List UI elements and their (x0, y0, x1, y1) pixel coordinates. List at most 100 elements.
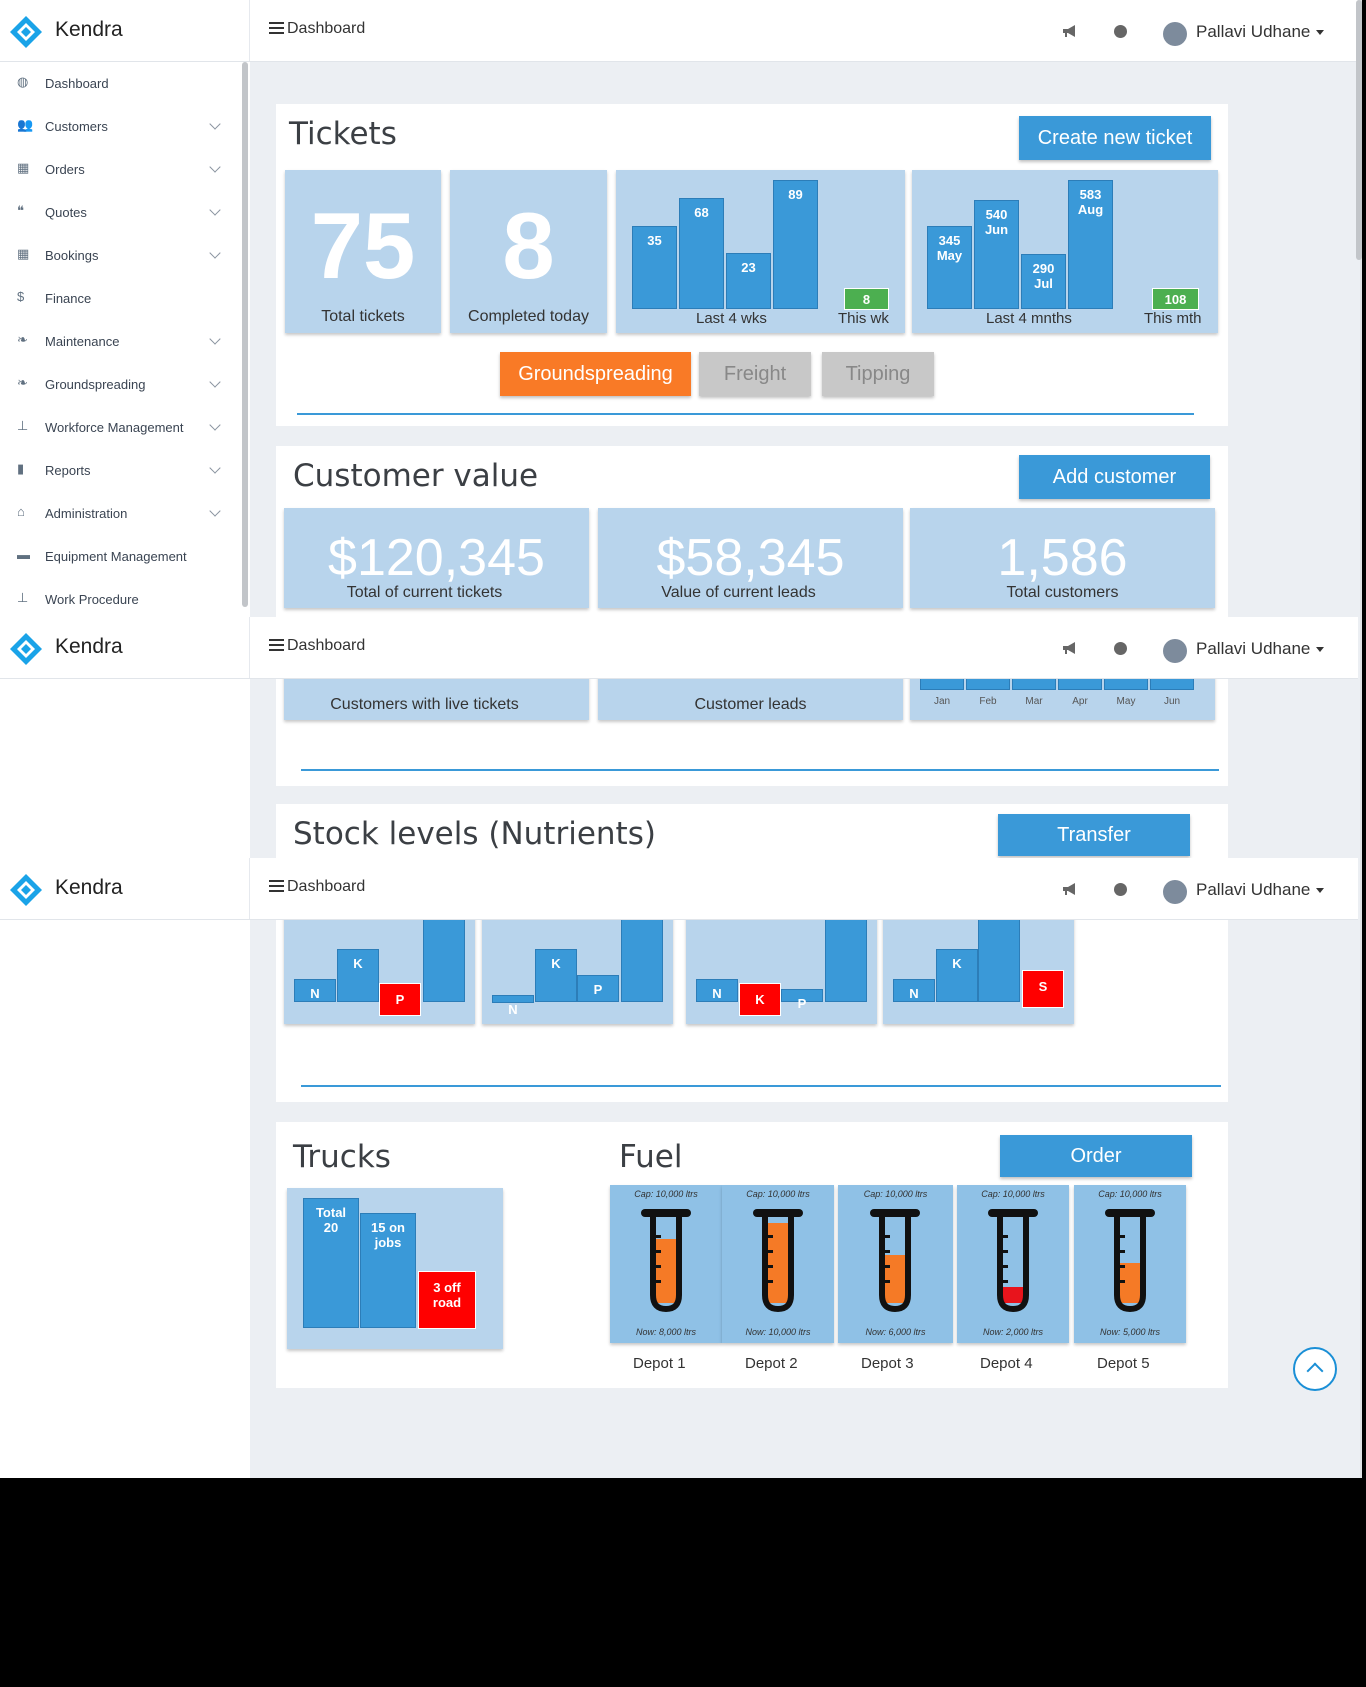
sidebar-item-administration[interactable]: ⌂ Administration (0, 493, 232, 533)
month-bar-4: 583 Aug (1068, 180, 1113, 309)
test-tube-icon (753, 1209, 803, 1313)
stock-bar: N (294, 979, 336, 1002)
month-label: Feb (979, 696, 997, 707)
live-tickets-label: Customers with live tickets (330, 696, 519, 713)
sidebar-scrollbar[interactable] (242, 62, 248, 607)
test-tube-icon (641, 1209, 691, 1313)
dashboard-breadcrumb[interactable]: Dashboard (269, 637, 365, 655)
dashboard-link-label: Dashboard (287, 878, 366, 895)
fuel-tank-tile: Cap: 10,000 ltrs Now: 5,000 ltrs (1074, 1185, 1186, 1343)
truck-icon: ▬ (17, 547, 30, 562)
sidebar-blank (0, 679, 250, 857)
megaphone-icon[interactable] (1062, 641, 1078, 655)
sidebar-item-finance[interactable]: $ Finance (0, 278, 232, 318)
user-name: Pallavi Udhane (1196, 880, 1311, 899)
customer-value-card: Customer value Add customer $120,345 Tot… (276, 446, 1228, 786)
sidebar-item-groundspreading[interactable]: ❧ Groundspreading (0, 364, 232, 404)
bank-icon: ⌂ (17, 504, 25, 519)
current-leads-value: $58,345 (656, 529, 845, 587)
total-customers-tile: 1,586 Total customers (910, 508, 1215, 608)
menu-toggle-icon[interactable] (269, 880, 284, 892)
customer-value-title: Customer value (293, 458, 539, 494)
megaphone-icon[interactable] (1062, 24, 1078, 38)
user-menu[interactable]: Pallavi Udhane (1196, 22, 1325, 42)
chevron-down-icon (209, 204, 221, 216)
menu-toggle-icon[interactable] (269, 22, 284, 34)
sidebar-item-equipment-management[interactable]: ▬ Equipment Management (0, 536, 232, 576)
fuel-tank-tile: Cap: 10,000 ltrs Now: 6,000 ltrs (838, 1185, 953, 1343)
sidebar-item-label: Dashboard (45, 76, 109, 91)
sidebar-item-reports[interactable]: ▮ Reports (0, 450, 232, 490)
tab-tipping[interactable]: Tipping (822, 352, 934, 396)
depot-name: Depot 2 (745, 1355, 798, 1372)
total-customers-value: 1,586 (997, 529, 1128, 587)
week-bar-3: 23 (726, 253, 771, 309)
globe-icon[interactable] (1114, 883, 1127, 896)
tab-groundspreading[interactable]: Groundspreading (500, 352, 691, 396)
menu-toggle-icon[interactable] (269, 639, 284, 651)
tab-freight[interactable]: Freight (699, 352, 811, 396)
tank-capacity: Cap: 10,000 ltrs (981, 1189, 1045, 1199)
fuel-level-fill (884, 1255, 906, 1303)
create-ticket-button[interactable]: Create new ticket (1019, 116, 1211, 160)
chevron-down-icon (209, 462, 221, 474)
chevron-down-icon (209, 505, 221, 517)
sidebar-item-customers[interactable]: 👥 Customers (0, 106, 232, 146)
caret-down-icon (1316, 30, 1325, 36)
customer-value-divider (301, 769, 1219, 771)
stock-bar: K (337, 949, 379, 1002)
sidebar-item-orders[interactable]: ▦ Orders (0, 149, 232, 189)
brand[interactable]: Kendra (0, 858, 250, 919)
chevron-down-icon (209, 419, 221, 431)
dashboard-link-label: Dashboard (287, 20, 366, 37)
customer-leads-label: Customer leads (694, 696, 807, 713)
user-menu[interactable]: Pallavi Udhane (1196, 639, 1325, 659)
add-customer-button[interactable]: Add customer (1019, 455, 1210, 499)
top-header: Kendra Dashboard Pallavi Udhane (0, 858, 1358, 920)
month-label: Mar (1025, 696, 1043, 707)
leaf-icon: ❧ (17, 375, 28, 390)
scroll-to-top-button[interactable] (1293, 1347, 1337, 1391)
fuel-tank-tile: Cap: 10,000 ltrs Now: 2,000 ltrs (957, 1185, 1069, 1343)
sidebar-item-label: Customers (45, 119, 108, 134)
this-month-bar: 108 (1152, 288, 1199, 310)
months-chart-tile: 345 May 540 Jun 290 Jul 583 Aug 108 Last… (912, 170, 1218, 333)
file-icon: ▮ (17, 461, 25, 476)
current-tickets-tile: $120,345 Total of current tickets (284, 508, 589, 608)
user-menu[interactable]: Pallavi Udhane (1196, 880, 1325, 900)
globe-icon[interactable] (1114, 642, 1127, 655)
sidebar-item-bookings[interactable]: ▦ Bookings (0, 235, 232, 275)
sidebar-item-label: Orders (45, 162, 85, 177)
sidebar-item-work-procedure[interactable]: ⊥ Work Procedure (0, 579, 232, 619)
megaphone-icon[interactable] (1062, 882, 1078, 896)
test-tube-icon (1105, 1209, 1155, 1313)
brand[interactable]: Kendra (0, 617, 250, 678)
stock-bar: P (379, 983, 421, 1016)
dashboard-breadcrumb[interactable]: Dashboard (269, 20, 365, 38)
tank-capacity: Cap: 10,000 ltrs (746, 1189, 810, 1199)
sidebar-item-workforce-management[interactable]: ⊥ Workforce Management (0, 407, 232, 447)
sidebar-item-dashboard[interactable]: ◍ Dashboard (0, 63, 232, 103)
sidebar-item-quotes[interactable]: ❝ Quotes (0, 192, 232, 232)
globe-icon[interactable] (1114, 25, 1127, 38)
sitemap-icon: ⊥ (17, 590, 29, 605)
completed-today-value: 8 (502, 193, 555, 298)
tickets-card: Tickets Create new ticket 75 Total ticke… (276, 104, 1228, 426)
fuel-level-fill (1002, 1287, 1024, 1303)
stock-charts: NKPNKPNKPNKS (276, 804, 1228, 1102)
page-scrollbar-thumb[interactable] (1356, 0, 1362, 260)
week-bar-4: 89 (773, 180, 818, 309)
users-icon: 👥 (17, 117, 34, 132)
brand[interactable]: Kendra (0, 0, 250, 61)
total-tickets-tile: 75 Total tickets (285, 170, 441, 333)
avatar[interactable] (1163, 880, 1187, 904)
avatar[interactable] (1163, 22, 1187, 46)
avatar[interactable] (1163, 639, 1187, 663)
tickets-title: Tickets (289, 116, 397, 152)
top-header: Kendra Dashboard Pallavi Udhane (0, 617, 1358, 679)
sidebar-item-maintenance[interactable]: ❧ Maintenance (0, 321, 232, 361)
quote-icon: ❝ (17, 203, 24, 218)
month-label: Jun (1163, 696, 1181, 707)
month-label: May (1116, 696, 1136, 707)
dashboard-breadcrumb[interactable]: Dashboard (269, 878, 365, 896)
